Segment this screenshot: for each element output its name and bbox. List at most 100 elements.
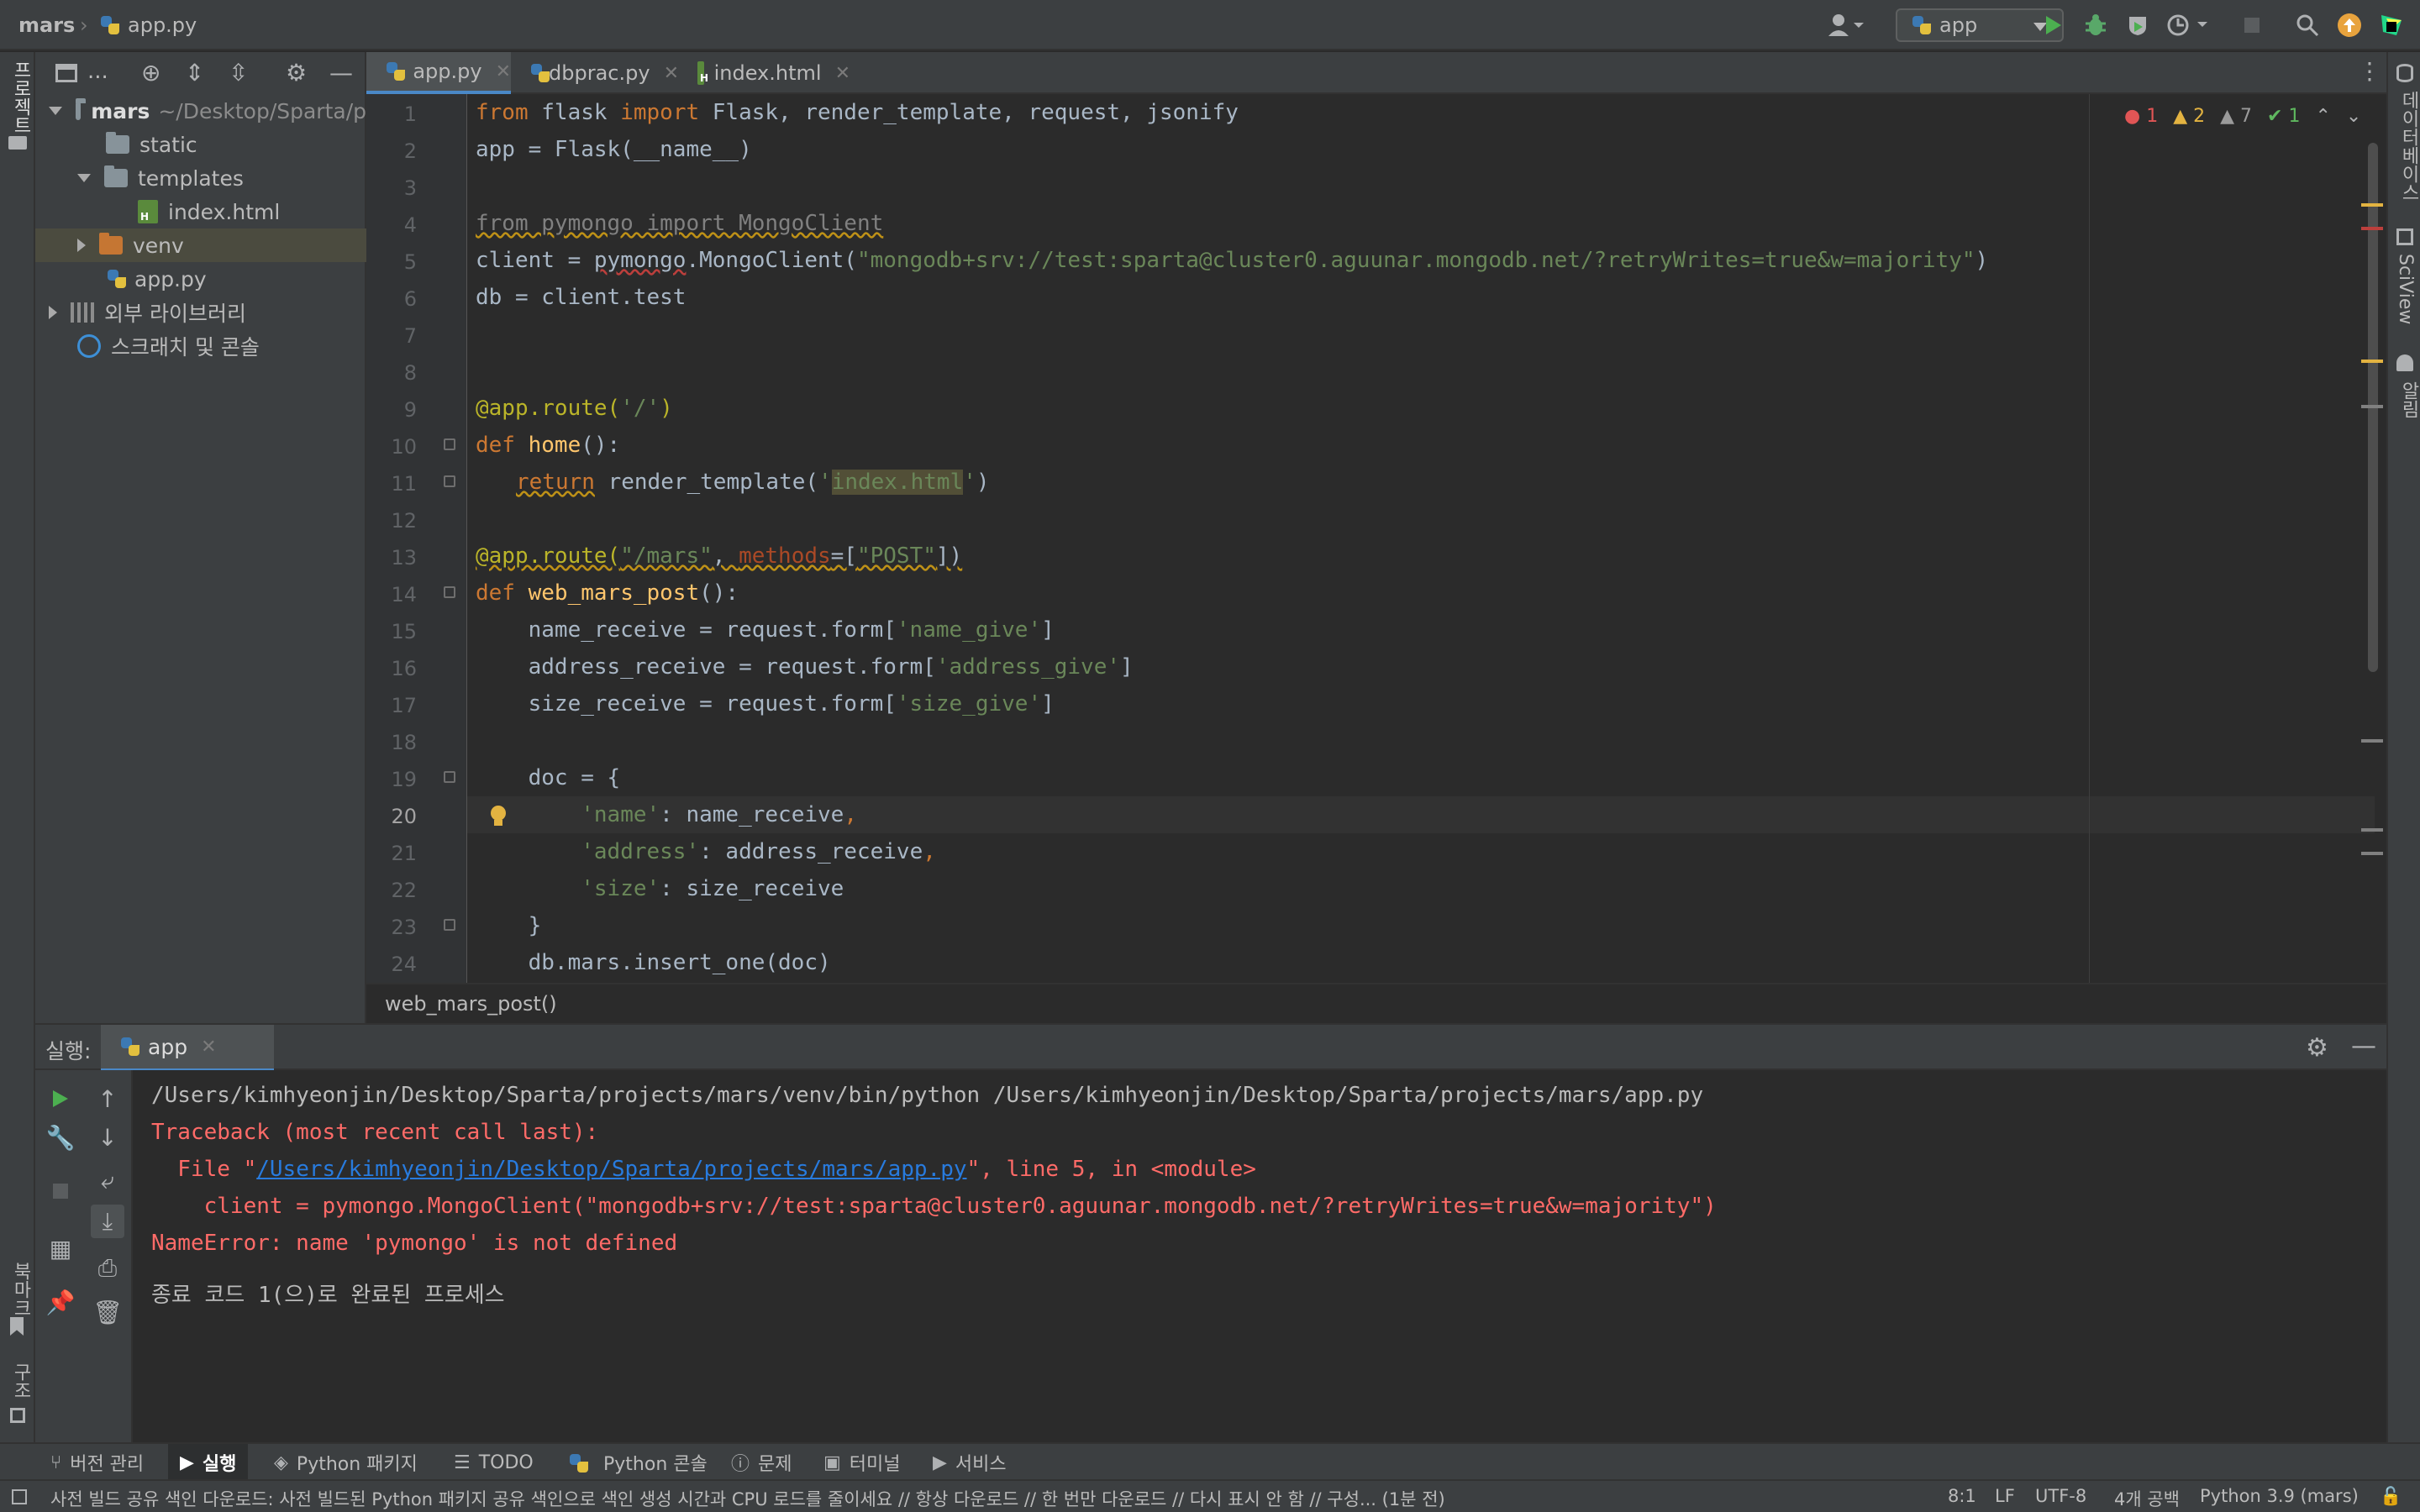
soft-wrap-icon[interactable]: ⤶ — [91, 1164, 124, 1198]
notifications-tool-window-label[interactable]: 알림 — [2395, 381, 2420, 418]
tree-item-index-html[interactable]: index.html — [35, 195, 366, 228]
tree-item-app-py[interactable]: app.py — [35, 262, 366, 296]
pin-icon[interactable]: 📌 — [44, 1285, 77, 1319]
close-icon[interactable]: ✕ — [664, 63, 679, 84]
bookmarks-tool-window-label[interactable]: 북마크 — [7, 1262, 34, 1317]
stop-icon[interactable] — [44, 1174, 77, 1208]
locate-icon[interactable]: ⊕ — [141, 59, 160, 87]
weak-warning-stripe-marker[interactable] — [2361, 739, 2383, 743]
tool-window-todo[interactable]: ☰ TODO — [454, 1444, 534, 1481]
debug-button[interactable] — [2079, 10, 2112, 40]
line-separator[interactable]: LF — [1995, 1486, 2015, 1506]
scroll-to-end-icon[interactable]: ⤓ — [91, 1205, 124, 1238]
weak-warning-stripe-marker[interactable] — [2361, 405, 2383, 408]
coverage-button[interactable] — [2121, 10, 2154, 40]
arrow-up-icon[interactable]: ↑ — [91, 1082, 124, 1116]
wrench-icon[interactable]: 🔧 — [44, 1121, 77, 1154]
lock-icon[interactable]: 🔓 — [2380, 1486, 2402, 1507]
warning-count[interactable]: ▲ 2 — [2173, 106, 2205, 127]
tool-window-run[interactable]: ▶ 실행 — [168, 1444, 249, 1481]
file-encoding[interactable]: UTF-8 — [2035, 1486, 2086, 1506]
caret-position[interactable]: 8:1 — [1948, 1486, 1976, 1506]
tree-item-templates[interactable]: templates — [35, 161, 366, 195]
database-tool-window-label[interactable]: 데이터베이스 — [2395, 91, 2420, 202]
collapse-all-icon[interactable]: ⇳ — [229, 59, 248, 87]
tree-item-mars[interactable]: mars ~/Desktop/Sparta/p — [35, 94, 366, 128]
arrow-down-icon[interactable]: ↓ — [91, 1121, 124, 1154]
tree-item-external-libraries[interactable]: 외부 라이브러리 — [35, 296, 366, 329]
sciview-tool-window-label[interactable]: SciView — [2395, 254, 2416, 324]
tree-item-venv[interactable]: venv — [35, 228, 366, 262]
more-options-icon[interactable]: ⋮ — [2358, 57, 2381, 85]
chevron-right-icon[interactable] — [77, 239, 86, 252]
fold-icon[interactable] — [444, 438, 455, 450]
fold-icon[interactable] — [444, 586, 455, 598]
typo-count[interactable]: ✔ 1 — [2267, 106, 2300, 127]
profile-button[interactable] — [2163, 10, 2213, 40]
close-icon[interactable]: ✕ — [496, 61, 511, 82]
chevron-up-icon[interactable]: ⌃ — [2315, 106, 2330, 127]
status-message[interactable]: 사전 빌드 공유 색인 다운로드: 사전 빌드된 Python 패키지 공유 색… — [50, 1486, 1445, 1511]
chevron-down-icon[interactable]: ⌄ — [2346, 106, 2361, 127]
tool-window-services[interactable]: ▶ 서비스 — [933, 1444, 1007, 1481]
account-icon[interactable] — [1822, 10, 1869, 40]
run-console-output[interactable]: /Users/kimhyeonjin/Desktop/Sparta/projec… — [133, 1070, 2386, 1442]
project-view-icon[interactable] — [55, 64, 77, 82]
expand-all-icon[interactable]: ⇕ — [185, 59, 204, 87]
code-line-19: doc = { — [476, 765, 621, 790]
error-stripe-marker[interactable] — [2361, 227, 2383, 230]
hide-icon[interactable]: — — [329, 59, 353, 87]
update-icon[interactable] — [2333, 10, 2366, 40]
trash-icon[interactable]: 🗑 — [91, 1295, 124, 1329]
tool-window-problems[interactable]: ⓘ 문제 — [731, 1444, 792, 1481]
weak-warning-stripe-marker[interactable] — [2361, 852, 2383, 855]
tab-run-app[interactable]: app ✕ — [101, 1025, 274, 1072]
project-view-title[interactable]: ... — [87, 59, 108, 84]
chevron-down-icon[interactable] — [49, 107, 62, 115]
hide-icon[interactable]: — — [2351, 1032, 2376, 1061]
ide-logo-icon[interactable] — [2375, 10, 2408, 40]
console-file-link[interactable]: /Users/kimhyeonjin/Desktop/Sparta/projec… — [256, 1157, 966, 1182]
tool-window-terminal[interactable]: ▣ 터미널 — [823, 1444, 901, 1481]
close-icon[interactable]: ✕ — [835, 63, 850, 84]
inspection-widget[interactable]: ● 1 ▲ 2 ▲ 7 ✔ 1 ⌃ ⌄ — [2124, 101, 2361, 131]
code-token: methods — [739, 543, 831, 569]
tool-window-python-packages[interactable]: ◈ Python 패키지 — [274, 1444, 418, 1481]
gear-icon[interactable]: ⚙ — [286, 59, 307, 87]
structure-tool-window-label[interactable]: 구조 — [7, 1362, 34, 1399]
tree-item-static[interactable]: static — [35, 128, 366, 161]
weak-warning-stripe-marker[interactable] — [2361, 828, 2383, 832]
tool-window-python-console[interactable]: Python 콘솔 — [568, 1444, 708, 1481]
rerun-button[interactable] — [44, 1082, 77, 1116]
tool-windows-toggle-icon[interactable] — [12, 1489, 27, 1504]
project-tool-window-label[interactable]: 프로젝트 — [7, 60, 34, 134]
chevron-down-icon[interactable] — [77, 174, 91, 182]
tree-item-scratches[interactable]: 스크래치 및 콘솔 — [35, 329, 366, 363]
fold-icon[interactable] — [444, 475, 455, 487]
python-interpreter[interactable]: Python 3.9 (mars) — [2200, 1486, 2359, 1506]
warning-stripe-marker[interactable] — [2361, 360, 2383, 363]
fold-icon[interactable] — [444, 771, 455, 783]
chevron-right-icon[interactable] — [49, 306, 57, 319]
weak-warning-count[interactable]: ▲ 7 — [2220, 106, 2252, 127]
code-token: (): — [581, 433, 621, 458]
print-icon[interactable]: ⎙ — [91, 1252, 124, 1285]
tab-index-html[interactable]: index.html ✕ — [679, 52, 850, 94]
editor-breadcrumb-item[interactable]: web_mars_post() — [385, 992, 557, 1016]
error-count[interactable]: ● 1 — [2124, 106, 2158, 127]
warning-stripe-marker[interactable] — [2361, 203, 2383, 207]
close-icon[interactable]: ✕ — [201, 1037, 216, 1058]
tab-app-py[interactable]: app.py ✕ — [366, 52, 511, 94]
search-icon[interactable] — [2291, 10, 2324, 40]
code-token: ' — [963, 470, 976, 495]
breadcrumb-project[interactable]: mars — [18, 0, 75, 50]
indent-setting[interactable]: 4개 공백 — [2114, 1486, 2180, 1511]
breadcrumb-file[interactable]: app.py — [99, 0, 197, 50]
fold-icon[interactable] — [444, 919, 455, 931]
gear-icon[interactable]: ⚙ — [2306, 1033, 2328, 1063]
tool-window-version-control[interactable]: ⑂ 버전 관리 — [50, 1444, 144, 1481]
run-button[interactable] — [2037, 10, 2070, 40]
tab-dbprac-py[interactable]: dbprac.py ✕ — [511, 52, 679, 94]
stop-button[interactable] — [2235, 10, 2269, 40]
layout-icon[interactable]: ▦ — [44, 1231, 77, 1265]
